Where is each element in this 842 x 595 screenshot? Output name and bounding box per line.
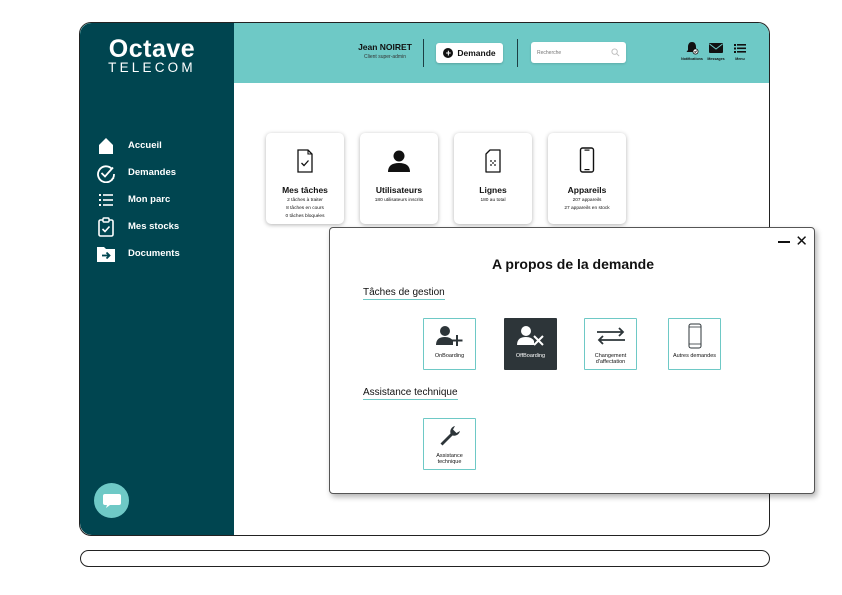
menu-icon <box>734 44 746 53</box>
sidebar-item-demandes[interactable]: + Demandes <box>95 162 180 183</box>
sidebar: Octave TELECOM Accueil + Demandes Mon pa… <box>80 23 234 535</box>
search-input[interactable] <box>537 49 607 56</box>
logo-subtitle: TELECOM <box>108 60 196 75</box>
card-stat: 207 appareils <box>572 198 602 203</box>
menu-caption: Menu <box>735 57 745 61</box>
option-label: Autres demandes <box>672 353 717 359</box>
search-box[interactable] <box>531 42 626 63</box>
option-offboarding[interactable]: OffBoarding <box>504 318 557 370</box>
modal-title: A propos de la demande <box>491 256 655 272</box>
sidebar-item-label: Mon parc <box>128 194 171 205</box>
bottom-bar <box>80 550 770 567</box>
user-info[interactable]: Jean NOIRET Client super-admin <box>350 42 420 60</box>
task-file-icon <box>266 133 344 173</box>
card-title: Mes tâches <box>282 185 328 195</box>
bell-icon <box>686 42 699 55</box>
octave-telecom-logo[interactable]: Octave TELECOM <box>97 37 207 75</box>
search-icon <box>611 48 620 57</box>
plus-circle-icon: + <box>443 48 454 58</box>
notifications-button[interactable]: Notifications <box>680 41 704 61</box>
card-stat: 180 utilisateurs inscrits <box>374 198 424 203</box>
option-assistance-technique[interactable]: Assistance technique <box>423 418 476 470</box>
sidebar-nav: Accueil + Demandes Mon parc Mes stocks D… <box>95 135 180 270</box>
folder-arrow-icon <box>95 243 117 264</box>
option-label: Changement d'affectation <box>594 353 627 365</box>
home-icon <box>95 135 117 156</box>
card-title: Lignes <box>479 185 507 195</box>
card-stat: 27 appareils en stock <box>564 206 610 211</box>
new-demande-label: Demande <box>457 48 496 58</box>
sidebar-item-accueil[interactable]: Accueil <box>95 135 180 156</box>
demande-modal: ✕ A propos de la demande Tâches de gesti… <box>329 227 815 494</box>
sidebar-item-label: Documents <box>128 248 180 259</box>
notifications-caption: Notifications <box>681 57 703 61</box>
close-icon[interactable]: ✕ <box>795 234 808 249</box>
header-divider <box>423 39 424 67</box>
sidebar-item-mon-parc[interactable]: Mon parc <box>95 189 180 210</box>
user-name: Jean NOIRET <box>358 42 412 52</box>
svg-text:+: + <box>111 177 115 183</box>
card-mes-taches[interactable]: Mes tâches 2 tâches à traiter 8 tâches e… <box>266 133 344 224</box>
card-lignes[interactable]: Lignes 180 au total <box>454 133 532 224</box>
option-autres-demandes[interactable]: Autres demandes <box>668 318 721 370</box>
section-title-gestion: Tâches de gestion <box>363 287 445 300</box>
user-role: Client super-admin <box>364 54 406 60</box>
card-title: Appareils <box>567 185 607 195</box>
card-stat: 2 tâches à traiter <box>287 198 323 203</box>
modal-controls: ✕ <box>778 234 808 249</box>
card-appareils[interactable]: Appareils 207 appareils 27 appareils en … <box>548 133 626 224</box>
sidebar-item-label: Mes stocks <box>128 221 180 232</box>
sim-card-icon <box>454 133 532 173</box>
new-demande-button[interactable]: + Demande <box>436 43 503 63</box>
header-divider <box>517 39 518 67</box>
chat-bubble-icon <box>102 493 121 508</box>
phone-icon <box>548 133 626 173</box>
section-title-assistance: Assistance technique <box>363 387 458 400</box>
user-add-icon <box>435 319 465 353</box>
swap-arrows-icon <box>595 319 627 353</box>
card-title: Utilisateurs <box>375 185 423 195</box>
messages-button[interactable]: Messages <box>704 41 728 61</box>
chat-button[interactable] <box>94 483 129 518</box>
check-circle-icon: + <box>95 162 117 183</box>
clipboard-icon <box>95 216 117 237</box>
option-label: OffBoarding <box>515 353 546 359</box>
card-stat: 180 au total <box>480 198 506 203</box>
header-icons: Notifications Messages Menu <box>680 41 752 61</box>
user-icon <box>360 133 438 173</box>
card-stat: 8 tâches en cours <box>286 206 324 211</box>
logo-wordmark: Octave <box>108 35 196 63</box>
list-icon <box>95 189 117 210</box>
card-stat: 0 tâches bloquées <box>285 214 325 219</box>
sidebar-item-documents[interactable]: Documents <box>95 243 180 264</box>
option-onboarding[interactable]: OnBoarding <box>423 318 476 370</box>
menu-button[interactable]: Menu <box>728 41 752 61</box>
minimize-icon[interactable] <box>778 241 791 243</box>
sidebar-item-label: Accueil <box>128 140 162 151</box>
wrench-icon <box>438 419 462 453</box>
option-changement-affectation[interactable]: Changement d'affectation <box>584 318 637 370</box>
messages-caption: Messages <box>707 57 725 61</box>
card-utilisateurs[interactable]: Utilisateurs 180 utilisateurs inscrits <box>360 133 438 224</box>
sidebar-item-label: Demandes <box>128 167 177 178</box>
option-label: Assistance technique <box>436 453 463 465</box>
mail-icon <box>709 43 723 53</box>
option-label: OnBoarding <box>434 353 465 359</box>
phone-outline-icon <box>687 319 703 353</box>
sidebar-item-mes-stocks[interactable]: Mes stocks <box>95 216 180 237</box>
user-remove-icon <box>516 319 546 353</box>
